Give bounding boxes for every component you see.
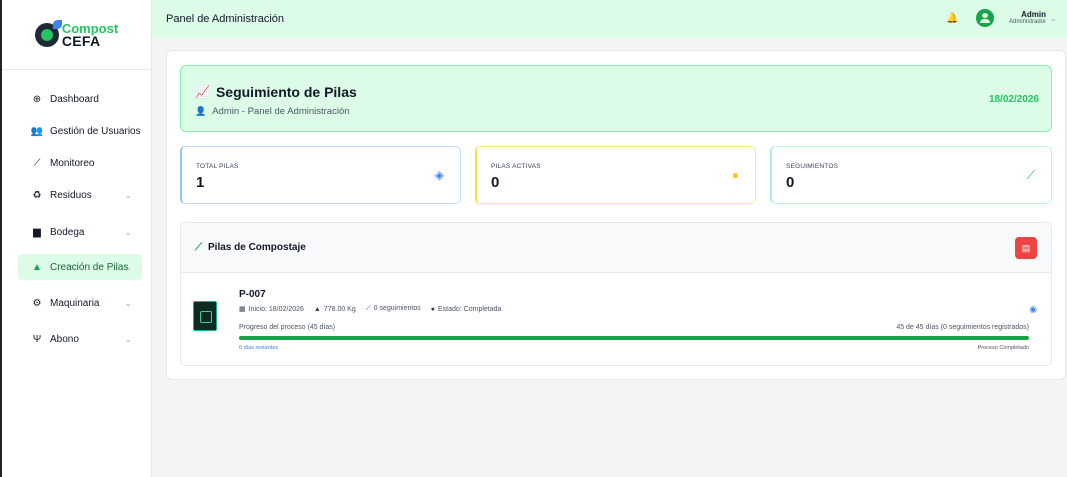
user-menu[interactable]: Admin Administrador bbox=[1002, 10, 1046, 25]
globe-icon: ⊕ bbox=[32, 93, 42, 105]
stat-card-total-piles: TOTAL PILAS 1 ◈ bbox=[180, 146, 461, 204]
calendar-icon: ▦ bbox=[239, 306, 246, 313]
chevron-down-icon: ⌄ bbox=[124, 297, 132, 308]
avatar[interactable] bbox=[976, 9, 994, 27]
stat-card-active-piles: PILAS ACTIVAS 0 ● bbox=[475, 146, 756, 204]
sidebar-item-dashboard[interactable]: ⊕ Dashboard bbox=[18, 86, 142, 112]
sidebar-item-label: Creación de Pilas bbox=[50, 261, 129, 273]
sidebar-item-waste[interactable]: ♻ Residuos ⌄ bbox=[18, 182, 142, 208]
progress-bar bbox=[239, 336, 1029, 340]
pile-meta: ▦ Inicio: 18/02/2026 ▲ 778.00 Kg ⟋ 0 seguim… bbox=[239, 305, 501, 313]
chart-line-icon: ⟋ bbox=[195, 242, 202, 253]
sidebar-item-warehouse[interactable]: ▆ Bodega ⌄ bbox=[18, 219, 142, 245]
process-complete: Proceso Completado bbox=[977, 345, 1029, 351]
stat-label: SEGUIMIENTOS bbox=[786, 163, 839, 170]
page-title: Panel de Administración bbox=[166, 13, 285, 25]
app-logo[interactable]: Compost CEFA bbox=[2, 0, 151, 70]
chart-line-icon: ⟋ bbox=[1026, 168, 1035, 182]
sidebar-item-piles[interactable]: ▲ Creación de Pilas ⌄ bbox=[18, 254, 142, 280]
pile-weight: 778.00 Kg bbox=[323, 305, 356, 313]
sidebar-item-users[interactable]: 👥 Gestión de Usuarios bbox=[18, 118, 142, 144]
user-cog-icon: 👤 bbox=[195, 106, 207, 116]
piles-list-header: ⟋ Pilas de Compostaje bbox=[181, 223, 1051, 273]
sidebar-item-label: Residuos bbox=[50, 189, 92, 201]
view-eye-icon[interactable]: ◉ bbox=[1029, 304, 1037, 315]
pile-tracking: 0 seguimientos bbox=[373, 305, 421, 312]
users-icon: 👥 bbox=[30, 125, 44, 137]
chart-line-icon: ⟋ bbox=[365, 305, 371, 312]
stat-value: 1 bbox=[196, 174, 205, 191]
triangle-icon: ▲ bbox=[32, 261, 42, 273]
file-pdf-icon: ▤ bbox=[1021, 242, 1031, 253]
days-remaining: 0 días restantes bbox=[239, 345, 279, 351]
banner-title: Seguimiento de Pilas bbox=[215, 84, 357, 100]
sidebar-item-label: Maquinaria bbox=[50, 297, 100, 309]
seedling-icon: Ψ bbox=[32, 333, 42, 345]
piles-list-title: Pilas de Compostaje bbox=[208, 242, 306, 253]
sidebar-item-label: Dashboard bbox=[50, 93, 99, 105]
chevron-down-icon: ⌄ bbox=[124, 261, 132, 272]
logo-icon bbox=[34, 19, 62, 47]
recycle-icon: ♻ bbox=[32, 189, 42, 201]
pile-status: Estado: Completada bbox=[437, 305, 502, 313]
chart-line-icon: 📈 bbox=[195, 85, 210, 99]
progress-label: Progreso del proceso (45 días) bbox=[239, 324, 336, 331]
chevron-down-icon: ⌄ bbox=[124, 189, 132, 200]
pile-start: Inicio: 18/02/2026 bbox=[248, 306, 304, 313]
chevron-down-icon: ⌄ bbox=[124, 226, 132, 237]
info-icon: ● bbox=[430, 305, 435, 313]
stat-label: PILAS ACTIVAS bbox=[491, 163, 541, 170]
pile-code: P-007 bbox=[239, 289, 266, 300]
sidebar-item-monitoring[interactable]: ⟋ Monitoreo bbox=[18, 150, 142, 176]
stat-value: 0 bbox=[786, 174, 795, 191]
progress-summary: 45 de 45 días (0 seguimientos registrado… bbox=[896, 324, 1029, 331]
sidebar: Compost CEFA ⊕ Dashboard 👥 Gestión de Us… bbox=[0, 0, 152, 477]
sidebar-item-label: Abono bbox=[50, 333, 79, 345]
bell-icon[interactable]: 🔔 bbox=[946, 13, 958, 24]
stat-card-trackings: SEGUIMIENTOS 0 ⟋ bbox=[770, 146, 1052, 204]
user-name: Admin bbox=[1021, 10, 1046, 19]
chevron-down-icon[interactable]: ⌄ bbox=[1050, 14, 1057, 23]
stat-label: TOTAL PILAS bbox=[196, 163, 239, 170]
layers-icon: ◈ bbox=[434, 168, 444, 182]
pile-image bbox=[193, 301, 217, 331]
stat-value: 0 bbox=[491, 174, 500, 191]
clock-icon: ● bbox=[731, 168, 739, 182]
sidebar-item-label: Gestión de Usuarios bbox=[50, 125, 141, 137]
weight-icon: ▲ bbox=[313, 305, 321, 313]
logo-text-bottom: CEFA bbox=[61, 32, 101, 49]
top-header: Panel de Administración bbox=[152, 0, 1067, 38]
page-banner: 📈 Seguimiento de Pilas 👤 Admin - Panel d… bbox=[180, 65, 1052, 132]
sidebar-item-label: Monitoreo bbox=[50, 157, 95, 169]
sidebar-item-label: Bodega bbox=[50, 226, 85, 238]
cogs-icon: ⚙ bbox=[32, 297, 42, 309]
chart-line-icon: ⟋ bbox=[33, 157, 41, 169]
sidebar-item-machinery[interactable]: ⚙ Maquinaria ⌄ bbox=[18, 290, 142, 316]
sidebar-item-fertilizer[interactable]: Ψ Abono ⌄ bbox=[18, 326, 142, 352]
banner-date: 18/02/2026 bbox=[988, 94, 1039, 105]
chevron-down-icon: ⌄ bbox=[124, 333, 132, 344]
piles-list-card: ⟋ Pilas de Compostaje ▤ P-007 ▦ Inicio: 1… bbox=[180, 222, 1052, 366]
progress-bar-fill bbox=[239, 336, 1029, 340]
banner-subtitle: Admin - Panel de Administración bbox=[212, 106, 350, 117]
user-role: Administrador bbox=[1008, 19, 1046, 25]
list-item[interactable]: P-007 ▦ Inicio: 18/02/2026 ▲ 778.00 Kg ⟋ 0 … bbox=[181, 273, 1051, 365]
warehouse-icon: ▆ bbox=[33, 226, 41, 238]
export-pdf-button[interactable]: ▤ bbox=[1015, 237, 1037, 259]
